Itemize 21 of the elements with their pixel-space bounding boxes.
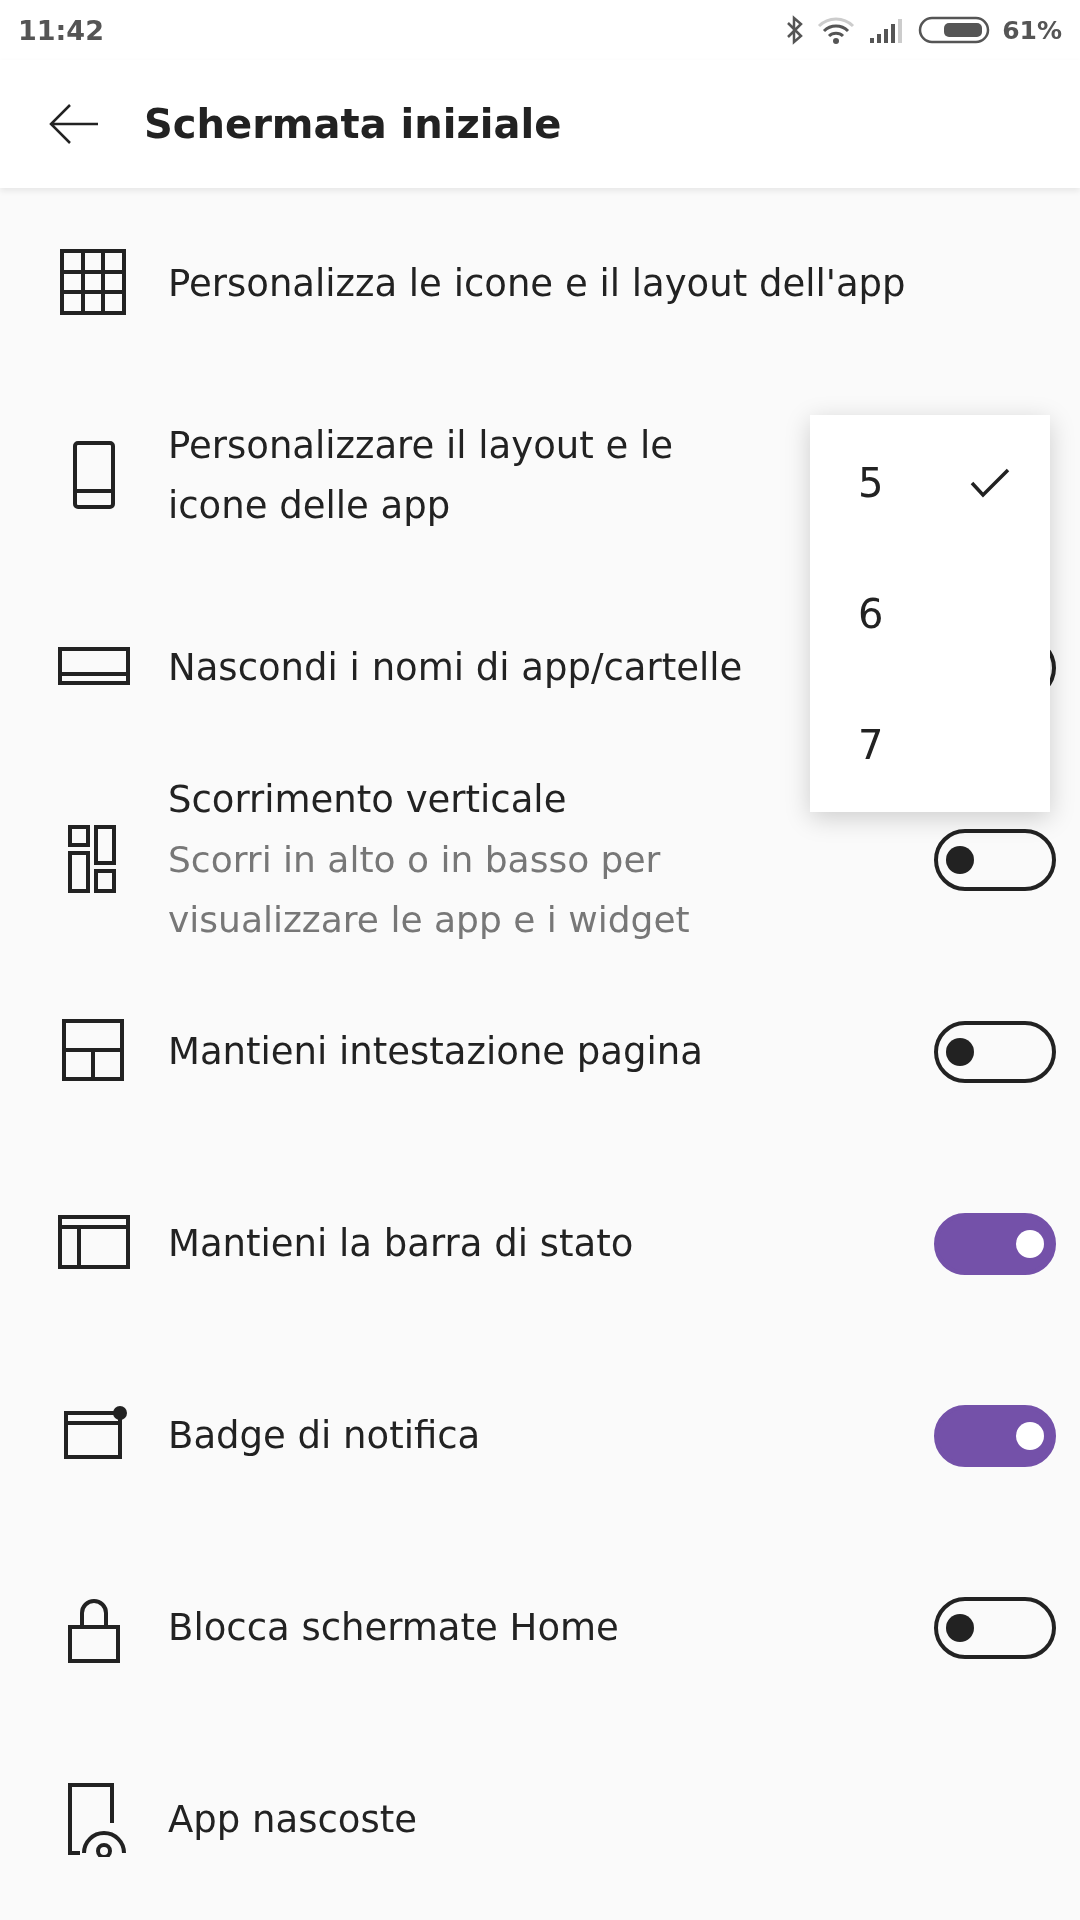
battery-level: 61% <box>1002 15 1062 45</box>
setting-label[interactable]: Personalizzare il layout e le icone delle app <box>168 416 728 536</box>
menu-item[interactable]: 6 <box>810 548 1050 679</box>
setting-label[interactable]: Mantieni la barra di stato <box>168 1214 768 1274</box>
screen-title: Schermata iniziale <box>144 101 562 147</box>
setting-label[interactable]: Blocca schermate Home <box>168 1598 768 1658</box>
menu-item[interactable]: 7 <box>810 679 1050 810</box>
setting-label[interactable]: Scorrimento verticale <box>168 770 768 830</box>
bluetooth-icon <box>786 15 805 45</box>
setting-label[interactable]: Mantieni intestazione pagina <box>168 1022 768 1082</box>
setting-label[interactable]: App nascoste <box>168 1790 1056 1850</box>
status-time: 11:42 <box>18 14 104 46</box>
setting-label[interactable]: Badge di notifica <box>168 1406 768 1466</box>
menu-item[interactable]: 5 <box>810 417 1050 548</box>
wifi-icon <box>816 15 857 45</box>
battery-icon <box>918 15 991 45</box>
setting-label[interactable]: Nascondi i nomi di app/cartelle <box>168 638 768 698</box>
checkmark-icon <box>970 466 1010 499</box>
back-arrow-icon[interactable] <box>48 102 100 146</box>
setting-description: Scorri in alto o in basso per visualizzare le app e i widget <box>168 838 691 942</box>
setting-label[interactable]: Personalizza le icone e il layout dell'app <box>168 254 1056 314</box>
